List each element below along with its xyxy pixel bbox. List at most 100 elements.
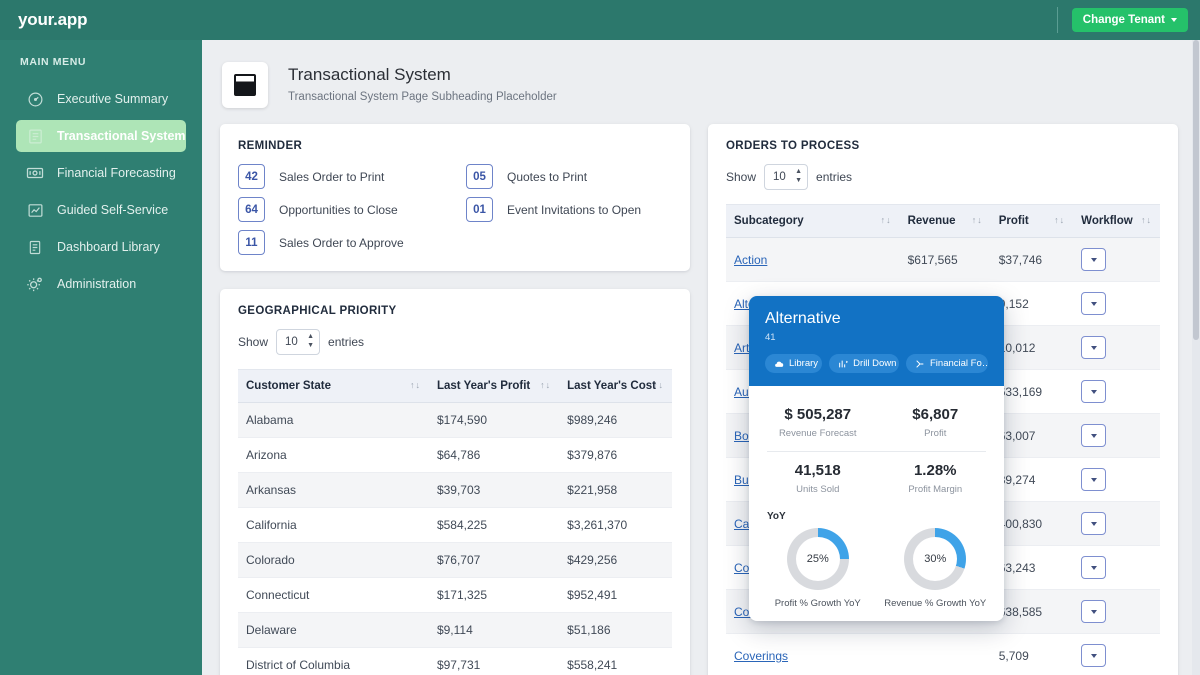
- sort-icon: ↑↓: [540, 380, 551, 390]
- drill-icon: [838, 359, 848, 369]
- subcategory-detail-popover: Alternative 41 Library Drill Down Financ…: [749, 296, 1004, 621]
- sidebar-item-guided-self-service[interactable]: Guided Self-Service: [16, 194, 186, 226]
- workflow-dropdown-button[interactable]: [1081, 556, 1106, 579]
- workflow-dropdown-button[interactable]: [1081, 336, 1106, 359]
- subcategory-link[interactable]: Art: [734, 341, 749, 355]
- brand-header: your.app: [0, 0, 202, 40]
- register-icon: [222, 62, 268, 108]
- workflow-dropdown-button[interactable]: [1081, 380, 1106, 403]
- workflow-dropdown-button[interactable]: [1081, 292, 1106, 315]
- register-icon-glyph: [234, 74, 256, 96]
- sidebar-item-transactional-system[interactable]: Transactional System: [16, 120, 186, 152]
- cell-profit: $97,731: [429, 648, 559, 675]
- reminder-item[interactable]: 42 Sales Order to Print: [238, 164, 466, 189]
- table-row[interactable]: Alabama$174,590$989,246: [238, 403, 672, 438]
- sidebar: your.app MAIN MENU Executive Summary Tra…: [0, 0, 202, 675]
- sidebar-item-executive-summary[interactable]: Executive Summary: [16, 83, 186, 115]
- change-tenant-label: Change Tenant: [1083, 14, 1165, 26]
- table-row[interactable]: Colorado$76,707$429,256: [238, 543, 672, 578]
- table-row[interactable]: Delaware$9,114$51,186: [238, 613, 672, 648]
- scrollbar-thumb[interactable]: [1193, 40, 1199, 340]
- popover-header: Alternative 41 Library Drill Down Financ…: [749, 296, 1004, 386]
- vertical-scrollbar[interactable]: [1192, 40, 1200, 675]
- workflow-dropdown-button[interactable]: [1081, 468, 1106, 491]
- sort-icon: ↑↓: [1054, 215, 1065, 225]
- reminder-label: Opportunities to Close: [279, 203, 398, 217]
- cell-state: Delaware: [238, 613, 429, 648]
- cell-profit: 5,709: [991, 634, 1073, 675]
- kpi-value: $ 505,287: [759, 406, 877, 423]
- donut-profit-growth: 25% Profit % Growth YoY: [759, 528, 877, 609]
- chevron-down-icon: [1171, 18, 1177, 22]
- workflow-dropdown-button[interactable]: [1081, 512, 1106, 535]
- reminder-count: 05: [466, 164, 493, 189]
- page-header: Transactional System Transactional Syste…: [202, 40, 1200, 124]
- workflow-dropdown-button[interactable]: [1081, 600, 1106, 623]
- sidebar-item-financial-forecasting[interactable]: Financial Forecasting: [16, 157, 186, 189]
- reminder-item[interactable]: 05 Quotes to Print: [466, 164, 672, 189]
- geographical-priority-card: GEOGRAPHICAL PRIORITY Show 10 ▲▼ entries…: [220, 289, 690, 675]
- cell-profit: $174,590: [429, 403, 559, 438]
- donut-chart: 25%: [787, 528, 849, 590]
- subcategory-link[interactable]: Coverings: [734, 649, 788, 663]
- stepper-arrows-icon: ▲▼: [307, 333, 314, 349]
- table-row[interactable]: District of Columbia$97,731$558,241: [238, 648, 672, 675]
- sidebar-item-dashboard-library[interactable]: Dashboard Library: [16, 231, 186, 263]
- yoy-section-label: YoY: [759, 505, 994, 524]
- table-row[interactable]: Arizona$64,786$379,876: [238, 438, 672, 473]
- kpi-value: 1.28%: [877, 462, 995, 479]
- popover-title: Alternative: [765, 310, 988, 328]
- change-tenant-button[interactable]: Change Tenant: [1072, 8, 1188, 32]
- column-header-last-years-cost[interactable]: ↑↓ Last Year's Cost: [559, 370, 672, 403]
- orders-page-size-select[interactable]: 10 ▲▼: [764, 164, 808, 190]
- popover-action-financial-forecast[interactable]: Financial Fo…: [906, 354, 988, 373]
- workflow-dropdown-button[interactable]: [1081, 644, 1106, 667]
- reminder-item[interactable]: 01 Event Invitations to Open: [466, 197, 672, 222]
- column-header-workflow[interactable]: ↑↓ Workflow: [1073, 205, 1160, 238]
- show-label: Show: [238, 335, 268, 349]
- cell-cost: $221,958: [559, 473, 672, 508]
- sidebar-item-label: Administration: [57, 277, 136, 291]
- reminder-count: 11: [238, 230, 265, 255]
- column-header-subcategory[interactable]: ↑↓ Subcategory: [726, 205, 900, 238]
- app-logo: your.app: [18, 10, 87, 30]
- table-row[interactable]: Arkansas$39,703$221,958: [238, 473, 672, 508]
- column-label: Customer State: [246, 380, 331, 392]
- table-row[interactable]: Action $617,565 $37,746: [726, 238, 1160, 282]
- chevron-down-icon: [1091, 522, 1097, 526]
- reminder-label: Event Invitations to Open: [507, 203, 641, 217]
- receipt-icon: [24, 127, 46, 145]
- column-header-last-years-profit[interactable]: ↑↓ Last Year's Profit: [429, 370, 559, 403]
- table-row[interactable]: Connecticut$171,325$952,491: [238, 578, 672, 613]
- donut-label: Revenue % Growth YoY: [884, 598, 986, 609]
- column-header-revenue[interactable]: ↑↓ Revenue: [900, 205, 991, 238]
- workflow-dropdown-button[interactable]: [1081, 248, 1106, 271]
- table-row[interactable]: California$584,225$3,261,370: [238, 508, 672, 543]
- topbar: Change Tenant: [202, 0, 1200, 40]
- reminder-item[interactable]: 11 Sales Order to Approve: [238, 230, 466, 255]
- column-label: Last Year's Profit: [437, 380, 530, 392]
- popover-action-drill-down[interactable]: Drill Down: [829, 354, 899, 373]
- donut-chart: 30%: [904, 528, 966, 590]
- chevron-down-icon: [1091, 346, 1097, 350]
- reminder-grid: 42 Sales Order to Print 05 Quotes to Pri…: [238, 164, 672, 255]
- sort-icon: ↑↓: [881, 215, 892, 225]
- gears-icon: [24, 275, 46, 293]
- cell-state: Connecticut: [238, 578, 429, 613]
- reminder-item[interactable]: 64 Opportunities to Close: [238, 197, 466, 222]
- table-header-row: ↑↓ Subcategory ↑↓ Revenue ↑↓ Profit: [726, 205, 1160, 238]
- column-header-profit[interactable]: ↑↓ Profit: [991, 205, 1073, 238]
- kpi-label: Profit: [877, 428, 995, 439]
- reminder-card: REMINDER 42 Sales Order to Print 05 Quot…: [220, 124, 690, 271]
- popover-divider: [767, 451, 986, 452]
- subcategory-link[interactable]: Action: [734, 253, 767, 267]
- table-row[interactable]: Coverings 5,709: [726, 634, 1160, 675]
- column-label: Subcategory: [734, 215, 804, 227]
- workflow-dropdown-button[interactable]: [1081, 424, 1106, 447]
- popover-action-library[interactable]: Library: [765, 354, 822, 373]
- kpi-label: Units Sold: [759, 484, 877, 495]
- column-header-customer-state[interactable]: ↑↓ Customer State: [238, 370, 429, 403]
- sidebar-item-administration[interactable]: Administration: [16, 268, 186, 300]
- geographical-page-size-select[interactable]: 10 ▲▼: [276, 329, 320, 355]
- cell-state: Alabama: [238, 403, 429, 438]
